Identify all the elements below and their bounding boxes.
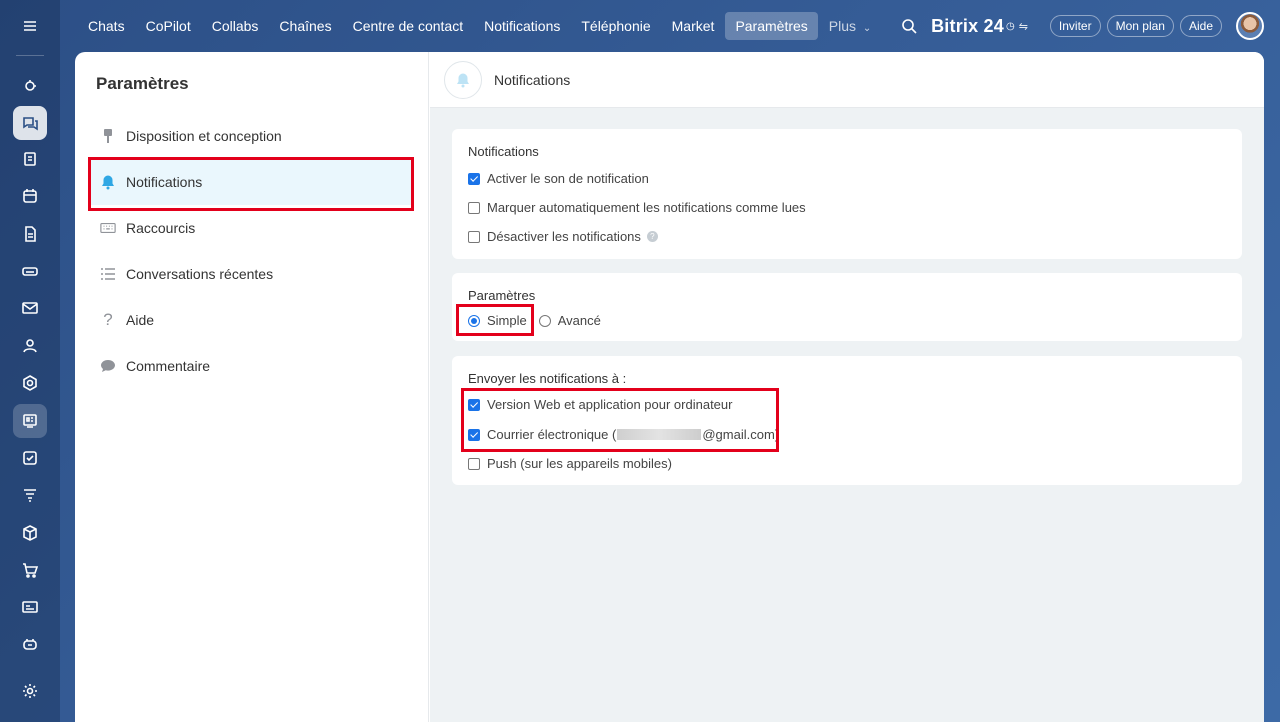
rail-divider	[16, 55, 44, 56]
page-title: Notifications	[494, 71, 571, 88]
card-title: Notifications	[468, 144, 539, 159]
plan-button[interactable]: Mon plan	[1106, 15, 1174, 37]
hexagon-icon[interactable]	[13, 366, 47, 400]
option-label: Push (sur les appareils mobiles)	[487, 456, 672, 471]
advanced-radio[interactable]	[538, 314, 551, 327]
sidebar-item-help[interactable]: ? Aide	[89, 297, 413, 343]
push-option[interactable]: Push (sur les appareils mobiles)	[468, 456, 672, 471]
sidebar-item-comment[interactable]: Commentaire	[89, 343, 413, 389]
content-area: Notifications Notifications Activer le s…	[430, 52, 1264, 722]
nav-contact-center[interactable]: Centre de contact	[343, 12, 474, 40]
help-icon[interactable]: ?	[646, 231, 658, 242]
sidebar-item-recent[interactable]: Conversations récentes	[89, 251, 413, 297]
nav-copilot[interactable]: CoPilot	[136, 12, 201, 40]
push-checkbox[interactable]	[468, 457, 480, 470]
brush-icon	[99, 127, 117, 145]
sound-option[interactable]: Activer le son de notification	[468, 171, 649, 186]
sidebar-item-label: Raccourcis	[126, 220, 196, 236]
keyboard-icon	[99, 219, 117, 237]
comment-icon	[99, 357, 117, 375]
help-button[interactable]: Aide	[1179, 15, 1222, 37]
brand-logo[interactable]: Bitrix 24	[931, 16, 1004, 37]
sidebar-item-label: Commentaire	[126, 358, 211, 374]
gear-icon[interactable]	[13, 674, 47, 708]
left-rail	[0, 0, 60, 722]
bell-icon	[444, 60, 482, 99]
sidebar-item-label: Aide	[126, 312, 155, 328]
card-title: Paramètres	[468, 288, 536, 303]
top-nav: Chats CoPilot Collabs Chaînes Centre de …	[60, 0, 1280, 52]
auto-read-option[interactable]: Marquer automatiquement les notification…	[468, 200, 806, 215]
chat-icon[interactable]	[13, 106, 47, 140]
sound-checkbox[interactable]	[468, 172, 480, 185]
tune-icon[interactable]: ⇋	[1019, 20, 1028, 33]
sites-icon[interactable]	[13, 404, 47, 438]
question-icon: ?	[103, 310, 113, 329]
clock-icon: ◷	[1005, 20, 1015, 32]
advanced-label[interactable]: Avancé	[558, 313, 601, 328]
menu-icon[interactable]	[13, 9, 47, 43]
settings-panel: Paramètres Disposition et conception Not…	[75, 52, 1264, 722]
document-icon[interactable]	[13, 217, 47, 251]
mode-card: Paramètres Simple Avancé	[452, 273, 1242, 341]
calendar-icon[interactable]	[13, 179, 47, 213]
feed-icon[interactable]	[13, 142, 47, 176]
cart-icon[interactable]	[13, 553, 47, 587]
contacts-icon[interactable]	[13, 329, 47, 363]
nav-notifications[interactable]: Notifications	[474, 12, 570, 40]
content-header: Notifications	[430, 52, 1264, 108]
sidebar-item-label: Disposition et conception	[126, 128, 282, 144]
highlight-box	[456, 304, 534, 336]
card-icon[interactable]	[13, 590, 47, 624]
nav-telephony[interactable]: Téléphonie	[571, 12, 660, 40]
option-label: Activer le son de notification	[487, 171, 649, 186]
option-label: Désactiver les notifications	[487, 229, 641, 244]
highlight-box	[88, 157, 414, 211]
highlight-box	[461, 388, 779, 452]
search-icon[interactable]	[901, 18, 917, 34]
card-title: Envoyer les notifications à :	[468, 371, 627, 386]
copilot-icon[interactable]	[13, 69, 47, 103]
disable-checkbox[interactable]	[468, 230, 480, 243]
sidebar-item-label: Conversations récentes	[126, 266, 274, 282]
nav-settings[interactable]: Paramètres	[725, 12, 818, 40]
option-label: Marquer automatiquement les notification…	[487, 200, 806, 215]
avatar[interactable]	[1236, 12, 1264, 40]
nav-more-label: Plus	[828, 18, 857, 34]
invite-button[interactable]: Inviter	[1049, 15, 1101, 37]
drive-icon[interactable]	[13, 254, 47, 288]
sidebar-item-layout[interactable]: Disposition et conception	[89, 113, 413, 159]
auto-read-checkbox[interactable]	[468, 201, 480, 214]
disable-option[interactable]: Désactiver les notifications ?	[468, 229, 658, 244]
sidebar-item-shortcuts[interactable]: Raccourcis	[89, 205, 413, 251]
nav-chats[interactable]: Chats	[78, 12, 135, 40]
sidebar-title: Paramètres	[96, 74, 189, 93]
chevron-down-icon: ⌄	[862, 23, 872, 34]
notifications-card: Notifications Activer le son de notifica…	[452, 129, 1242, 259]
nav-channels[interactable]: Chaînes	[269, 12, 341, 40]
settings-sidebar: Paramètres Disposition et conception Not…	[75, 52, 429, 722]
robot-icon[interactable]	[13, 627, 47, 661]
box-icon[interactable]	[13, 516, 47, 550]
tasks-icon[interactable]	[13, 441, 47, 475]
nav-more[interactable]: Plus ⌄	[819, 12, 882, 40]
nav-collabs[interactable]: Collabs	[202, 12, 269, 40]
nav-right: Bitrix 24 ◷ ⇋ Inviter Mon plan Aide	[901, 0, 1264, 52]
nav-market[interactable]: Market	[662, 12, 725, 40]
mail-icon[interactable]	[13, 291, 47, 325]
filter-icon[interactable]	[13, 478, 47, 512]
list-icon	[99, 265, 117, 283]
